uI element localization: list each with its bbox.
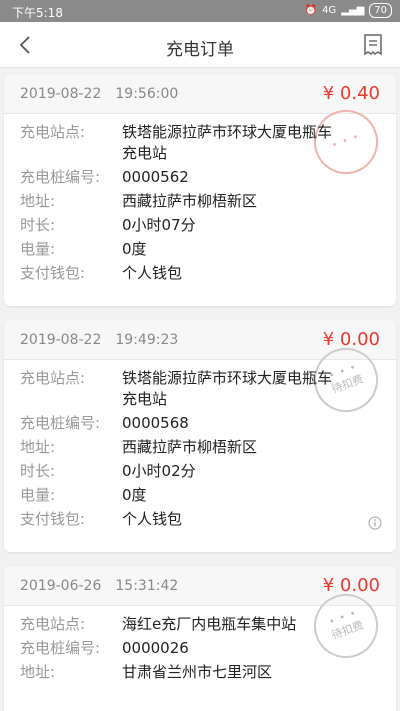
pile-value: 0000568	[122, 414, 189, 432]
order-amount: ¥ 0.40	[322, 83, 380, 104]
pile-value: 0000026	[122, 639, 189, 657]
order-amount: ¥ 0.00	[322, 575, 380, 596]
wallet-value: 个人钱包	[122, 510, 183, 528]
nav-bar: 充电订单	[0, 22, 400, 68]
address-label: 地址:	[20, 438, 56, 456]
network-label: 4G	[322, 5, 337, 16]
wallet-label: 支付钱包:	[20, 510, 86, 528]
order-details: 充电站点: 铁塔能源拉萨市环球大厦电瓶车充电站 充电桩编号: 0000562 地址:…	[4, 114, 396, 284]
battery-icon: 70	[369, 3, 392, 18]
station-label: 充电站点:	[20, 615, 86, 633]
pile-label: 充电桩编号:	[20, 639, 101, 657]
status-time: 下午5:18	[12, 6, 63, 20]
station-value: 海红e充厂内电瓶车集中站	[122, 615, 297, 633]
order-list[interactable]: 2019-08-22 19:56:00 ¥ 0.40 • • • 充电站点: 铁塔能…	[0, 68, 400, 711]
address-value: 西藏拉萨市柳梧新区	[122, 438, 258, 456]
order-time: 19:49:23	[115, 332, 179, 348]
order-details: 充电站点: 海红e充厂内电瓶车集中站 充电桩编号: 0000026 地址: 甘肃省兰州…	[4, 606, 396, 683]
order-details: 充电站点: 铁塔能源拉萨市环球大厦电瓶车充电站 充电桩编号: 0000568 地址:…	[4, 360, 396, 530]
info-icon[interactable]	[368, 516, 382, 530]
pile-value: 0000562	[122, 168, 189, 186]
energy-value: 0度	[122, 240, 147, 258]
address-label: 地址:	[20, 663, 56, 681]
order-header: 2019-08-22 19:56:00 ¥ 0.40	[4, 74, 396, 114]
order-amount: ¥ 0.00	[322, 329, 380, 350]
duration-label: 时长:	[20, 216, 56, 234]
pile-label: 充电桩编号:	[20, 168, 101, 186]
station-label: 充电站点:	[20, 369, 86, 387]
order-time: 15:31:42	[115, 578, 179, 594]
signal-icon: ▂▄▆	[341, 5, 365, 16]
energy-label: 电量:	[20, 240, 56, 258]
wallet-value: 个人钱包	[122, 264, 183, 282]
order-date: 2019-08-22	[20, 332, 102, 348]
station-value: 铁塔能源拉萨市环球大厦电瓶车充电站	[122, 369, 333, 408]
duration-label: 时长:	[20, 462, 56, 480]
page-title: 充电订单	[166, 40, 234, 60]
order-date: 2019-06-26	[20, 578, 102, 594]
address-label: 地址:	[20, 192, 56, 210]
address-value: 甘肃省兰州市七里河区	[122, 663, 273, 681]
order-card[interactable]: 2019-08-22 19:49:23 ¥ 0.00 • • • 待扣费 充电站点…	[4, 320, 396, 552]
station-label: 充电站点:	[20, 123, 86, 141]
order-card[interactable]: 2019-06-26 15:31:42 ¥ 0.00 • • • 待扣费 充电站点…	[4, 566, 396, 711]
pile-label: 充电桩编号:	[20, 414, 101, 432]
energy-label: 电量:	[20, 486, 56, 504]
order-time: 19:56:00	[115, 86, 179, 102]
status-bar: 下午5:18 ⏰ 4G ▂▄▆ 70	[0, 0, 400, 22]
order-date: 2019-08-22	[20, 86, 102, 102]
station-value: 铁塔能源拉萨市环球大厦电瓶车充电站	[122, 123, 333, 162]
receipt-icon[interactable]	[362, 33, 384, 57]
order-card[interactable]: 2019-08-22 19:56:00 ¥ 0.40 • • • 充电站点: 铁塔能…	[4, 74, 396, 306]
address-value: 西藏拉萨市柳梧新区	[122, 192, 258, 210]
duration-value: 0小时02分	[122, 462, 196, 480]
alarm-icon: ⏰	[304, 5, 318, 16]
wallet-label: 支付钱包:	[20, 264, 86, 282]
energy-value: 0度	[122, 486, 147, 504]
duration-value: 0小时07分	[122, 216, 196, 234]
status-icons: ⏰ 4G ▂▄▆ 70	[305, 3, 392, 18]
